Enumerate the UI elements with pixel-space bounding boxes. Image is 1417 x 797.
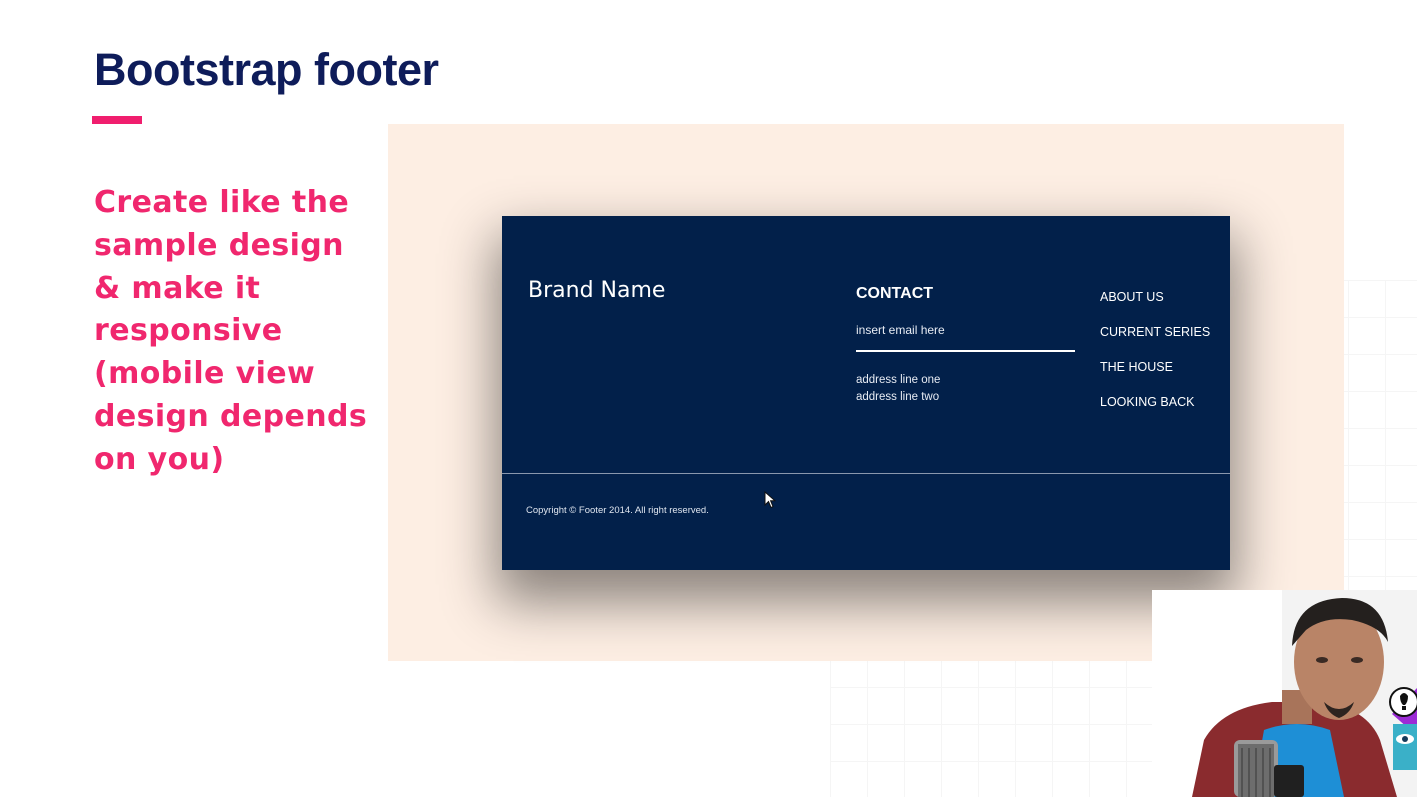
mouse-cursor-icon: [764, 491, 776, 509]
footer-divider: [502, 473, 1230, 474]
copyright-text: Copyright © Footer 2014. All right reser…: [526, 505, 709, 516]
slide-title: Bootstrap footer: [94, 44, 439, 95]
sample-design-panel: Brand Name CONTACT insert email here add…: [388, 124, 1344, 661]
presenter-webcam: [1152, 590, 1417, 797]
lightbulb-eye-badge: [1389, 687, 1417, 770]
task-description: Create like the sample design & make it …: [94, 185, 368, 477]
address-block: address line one address line two: [856, 372, 940, 406]
footer-link-looking-back[interactable]: LOOKING BACK: [1100, 395, 1210, 430]
brand-name[interactable]: Brand Name: [528, 278, 665, 303]
slide: Bootstrap footer Create like the sample …: [0, 0, 1417, 797]
email-input[interactable]: [856, 318, 1075, 352]
title-underline: [92, 116, 142, 124]
footer-link-the-house[interactable]: THE HOUSE: [1100, 360, 1210, 395]
footer-link-current-series[interactable]: CURRENT SERIES: [1100, 325, 1210, 360]
footer-link-about-us[interactable]: ABOUT US: [1100, 290, 1210, 325]
contact-heading: CONTACT: [856, 285, 934, 302]
footer-mockup: Brand Name CONTACT insert email here add…: [502, 216, 1230, 570]
address-line-one: address line one: [856, 374, 941, 386]
footer-nav-links: ABOUT US CURRENT SERIES THE HOUSE LOOKIN…: [1100, 290, 1210, 430]
address-line-two: address line two: [856, 391, 940, 403]
